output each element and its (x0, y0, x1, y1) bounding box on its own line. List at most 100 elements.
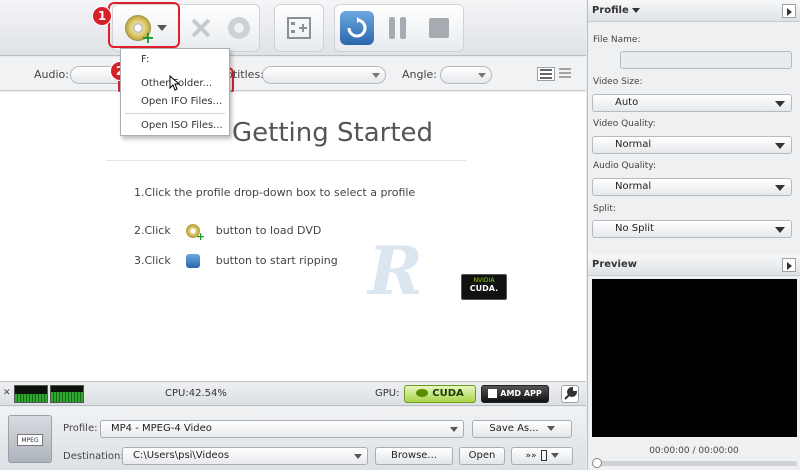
pause-button[interactable] (377, 7, 419, 49)
list-view-icon[interactable] (537, 67, 555, 81)
bottom-panel: MPEG Profile: MP4 - MPEG-4 Video Save As… (0, 407, 586, 470)
app-logo-watermark: R (368, 232, 423, 310)
forward-arrows-icon: »» (525, 451, 537, 461)
video-size-label: Video Size: (593, 77, 643, 87)
open-button[interactable]: Open (459, 447, 505, 465)
film-edit-icon (287, 17, 311, 39)
wrench-icon (564, 386, 578, 400)
subtitles-select[interactable] (262, 66, 386, 84)
cursor-icon (169, 75, 181, 91)
stop-icon (429, 18, 449, 38)
nvidia-eye-icon (416, 389, 429, 397)
menu-separator (125, 113, 225, 114)
detail-view-icon[interactable] (557, 67, 575, 81)
chevron-down-icon (550, 452, 559, 458)
step-3-suffix: button to start ripping (215, 254, 338, 267)
amd-logo-icon (488, 389, 498, 398)
toolbar: + (0, 0, 586, 56)
convert-small-icon (186, 254, 201, 268)
save-as-button[interactable]: Save As... (472, 420, 572, 438)
profile-panel-title[interactable]: Profile (592, 5, 641, 16)
close-icon (191, 18, 211, 38)
video-quality-value: Normal (615, 139, 652, 150)
video-quality-label: Video Quality: (593, 119, 656, 129)
chevron-down-icon (775, 101, 785, 107)
chevron-down-icon (478, 73, 486, 78)
amd-app-button[interactable]: AMD APP (481, 385, 549, 403)
step-1-text: 1.Click the profile drop-down box to sel… (134, 186, 416, 199)
angle-label: Angle: (402, 68, 438, 81)
amd-label: AMD APP (500, 389, 542, 398)
step-2-text: 2.Click + button to load DVD (134, 224, 322, 243)
cpu-graph-1 (14, 385, 48, 403)
nvidia-text: NVIDIA (473, 277, 495, 284)
cuda-label: CUDA (432, 388, 464, 399)
chevron-down-icon (775, 185, 785, 191)
preview-panel-header: Preview (588, 254, 800, 276)
cpu-usage: CPU:42.54% (165, 388, 227, 399)
convert-button[interactable] (336, 7, 378, 49)
chevron-down-icon (775, 227, 785, 233)
settings-wrench-button[interactable] (561, 385, 579, 403)
menu-item-open-ifo[interactable]: Open IFO Files... (121, 91, 229, 113)
video-size-select[interactable]: Auto (592, 94, 792, 112)
refresh-icon (340, 11, 374, 45)
load-dropdown-menu: F: Other Folder... Open IFO Files... Ope… (120, 48, 230, 136)
edit-video-button[interactable] (278, 7, 320, 49)
preview-time: 00:00:00 / 00:00:00 (649, 446, 739, 456)
split-select[interactable]: No Split (592, 220, 792, 238)
video-size-value: Auto (615, 97, 639, 108)
close-panel-icon[interactable]: ✕ (3, 388, 13, 398)
chevron-down-icon (372, 73, 380, 78)
clear-button[interactable] (218, 7, 260, 49)
destination-label: Destination: (63, 451, 124, 462)
chevron-down-icon (450, 427, 458, 432)
profile-panel-header: Profile (588, 0, 800, 22)
audio-quality-value: Normal (615, 181, 652, 192)
status-bar: ✕ CPU:42.54% GPU: CUDA AMD APP (0, 381, 586, 406)
audio-quality-label: Audio Quality: (593, 161, 656, 171)
right-panel: Profile File Name: Video Size: Auto Vide… (587, 0, 800, 470)
cuda-button[interactable]: CUDA (404, 385, 476, 403)
dvd-add-icon: + (186, 224, 205, 243)
seek-handle[interactable] (592, 458, 602, 468)
cuda-text: CUDA. (469, 284, 499, 293)
audio-label: Audio: (34, 68, 69, 81)
remove-button[interactable] (180, 7, 222, 49)
transfer-device-button[interactable]: »» (511, 447, 573, 465)
menu-item-open-iso[interactable]: Open ISO Files... (121, 115, 229, 137)
profile-select[interactable]: MP4 - MPEG-4 Video (100, 420, 464, 438)
options-row: Audio: Subtitles: Angle: (0, 57, 586, 91)
angle-select[interactable] (440, 66, 492, 84)
step-2-prefix: 2.Click (134, 224, 171, 237)
chevron-down-icon (546, 425, 555, 431)
stop-button[interactable] (418, 7, 460, 49)
clear-icon (228, 17, 250, 39)
destination-value: C:\Users\psi\Videos (133, 450, 230, 461)
chevron-down-icon (632, 7, 641, 13)
audio-quality-select[interactable]: Normal (592, 178, 792, 196)
step-3-prefix: 3.Click (134, 254, 171, 267)
profile-value: MP4 - MPEG-4 Video (111, 423, 212, 434)
step-3-text: 3.Click button to start ripping (134, 254, 338, 268)
step-2-suffix: button to load DVD (215, 224, 322, 237)
profile-film-icon: MPEG (8, 415, 52, 463)
save-as-label: Save As... (489, 423, 539, 434)
browse-button[interactable]: Browse... (375, 447, 453, 465)
file-name-label: File Name: (593, 35, 641, 45)
main-area: R Getting Started 1.Click the profile dr… (0, 92, 586, 381)
file-name-input[interactable] (620, 51, 792, 69)
expand-preview-button[interactable] (782, 258, 796, 272)
expand-panel-button[interactable] (782, 4, 796, 18)
nvidia-cuda-logo: NVIDIA CUDA. (461, 274, 507, 300)
video-quality-select[interactable]: Normal (592, 136, 792, 154)
cpu-graph-2 (50, 385, 84, 403)
preview-panel-title: Preview (592, 259, 638, 270)
pause-icon (389, 17, 406, 39)
split-value: No Split (615, 223, 654, 234)
film-label: MPEG (17, 434, 43, 446)
preview-seek-bar[interactable] (592, 458, 797, 468)
menu-item-drive-f[interactable]: F: (121, 49, 229, 71)
destination-select[interactable]: C:\Users\psi\Videos (122, 447, 368, 465)
title-divider (106, 160, 466, 161)
